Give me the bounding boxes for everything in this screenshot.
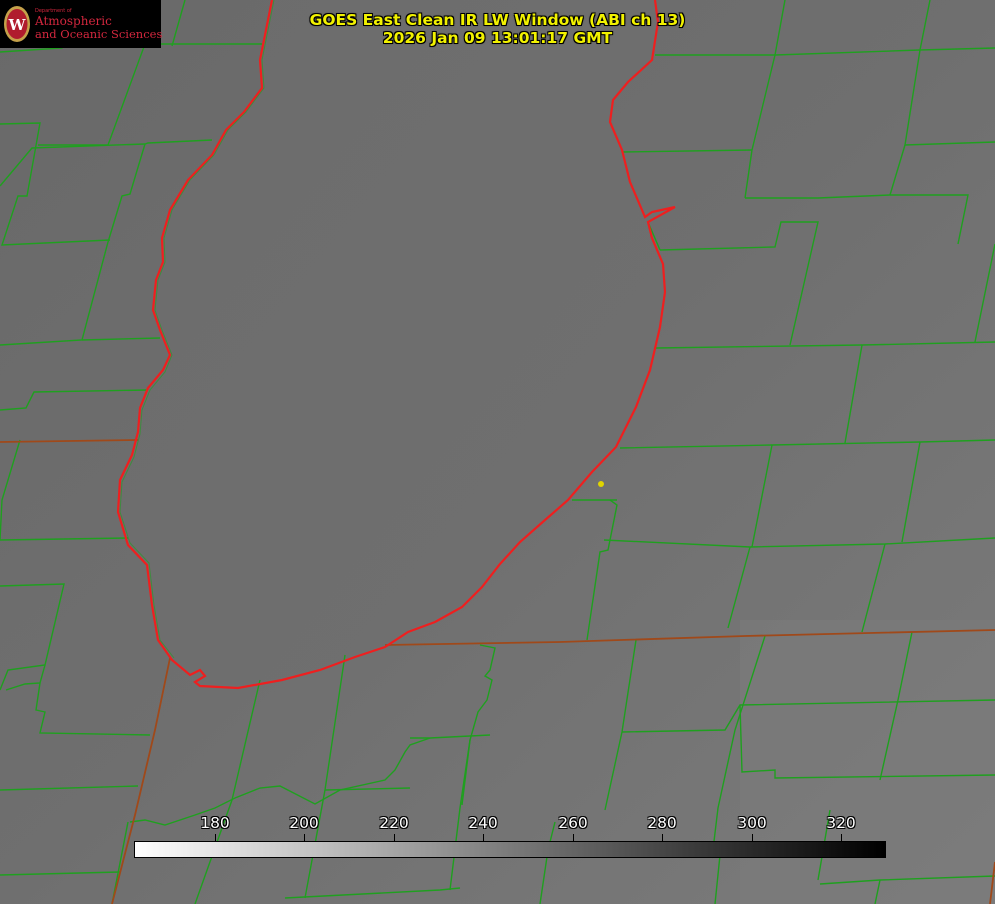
image-title: GOES East Clean IR LW Window (ABI ch 13)	[309, 11, 686, 29]
temperature-colorbar	[134, 841, 886, 858]
location-marker	[598, 481, 604, 487]
image-timestamp: 2026 Jan 09 13:01:17 GMT	[382, 29, 613, 47]
satellite-map	[0, 0, 995, 904]
land-lighter-patch	[740, 620, 995, 904]
satellite-map-view: W Department of Atmospheric and Oceanic …	[0, 0, 995, 904]
